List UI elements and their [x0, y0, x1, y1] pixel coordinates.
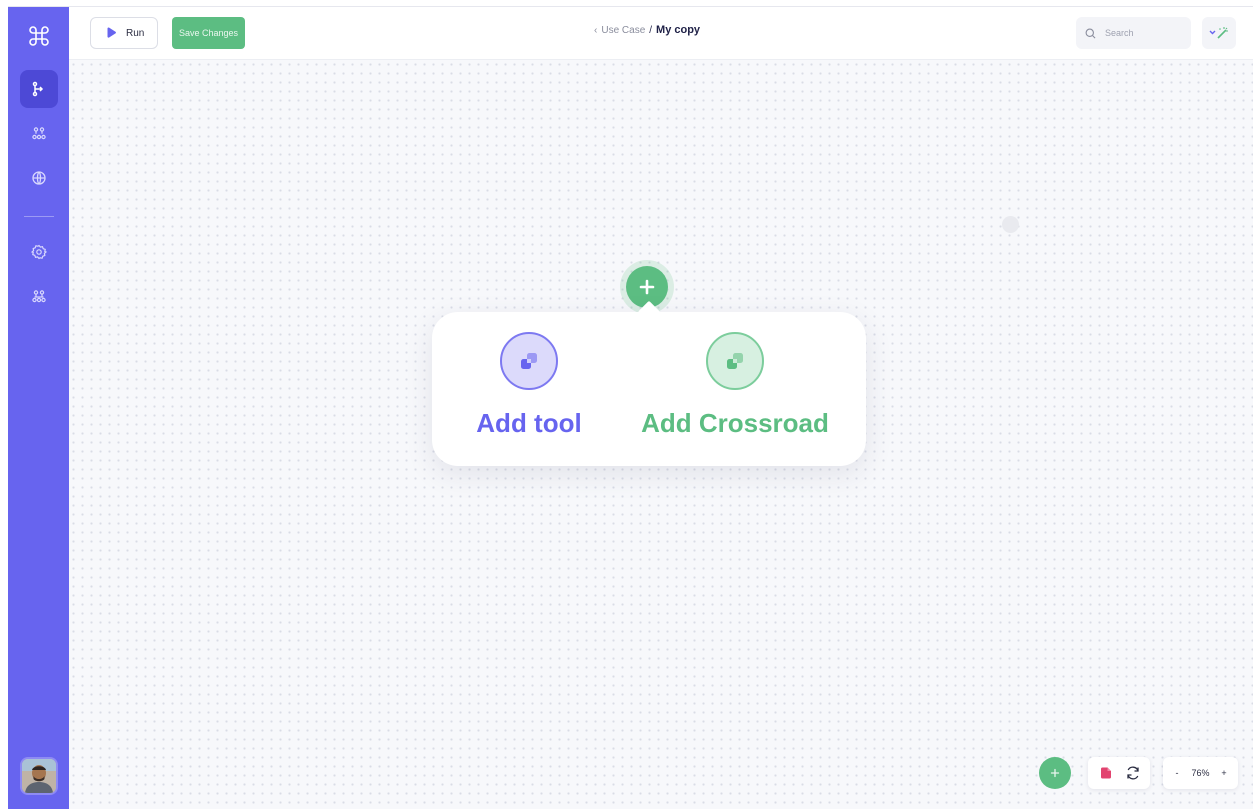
run-label: Run: [126, 27, 145, 39]
add-tool-option[interactable]: Add tool: [470, 332, 588, 439]
crossroad-icon: [727, 353, 743, 369]
note-button[interactable]: [1095, 762, 1117, 784]
play-icon: [107, 27, 116, 38]
add-crossroad-label: Add Crossroad: [641, 408, 829, 438]
sidebar-item-settings[interactable]: [20, 233, 58, 271]
user-photo: [22, 759, 56, 793]
sidebar-item-team[interactable]: [20, 278, 58, 316]
refresh-button[interactable]: [1122, 762, 1144, 784]
hierarchy-icon: [32, 127, 46, 140]
plus-icon: [639, 279, 655, 295]
flow-canvas[interactable]: Add tool Add Crossroad: [69, 60, 1253, 809]
app-window: Run Save Changes ‹ Use Case / My copy Se…: [8, 6, 1253, 809]
top-bar: Run Save Changes ‹ Use Case / My copy: [69, 7, 1253, 60]
sidebar-item-globe[interactable]: [20, 159, 58, 197]
breadcrumb: ‹ Use Case / My copy: [594, 24, 700, 36]
run-button[interactable]: Run: [90, 17, 158, 49]
save-changes-button[interactable]: Save Changes: [172, 17, 245, 49]
breadcrumb-parent[interactable]: Use Case: [601, 25, 645, 36]
add-tool-label: Add tool: [476, 408, 582, 438]
search-icon: [1085, 28, 1096, 38]
sidebar-item-hierarchy[interactable]: [20, 115, 58, 153]
refresh-icon: [1126, 766, 1139, 780]
zoom-control: - 76% +: [1163, 757, 1238, 789]
note-icon: [1100, 767, 1111, 779]
magic-wand-button[interactable]: [1202, 17, 1236, 49]
zoom-in-button[interactable]: +: [1218, 768, 1230, 778]
search-input[interactable]: [1103, 27, 1187, 39]
globe-icon: [32, 171, 46, 185]
sidebar-item-flow[interactable]: [20, 70, 58, 108]
canvas-actions: [1088, 757, 1150, 789]
gear-icon: [31, 244, 47, 260]
flow-icon: [32, 81, 44, 97]
team-icon: [32, 290, 46, 303]
breadcrumb-current: My copy: [656, 24, 701, 36]
avatar[interactable]: [20, 757, 58, 795]
plus-icon: [1050, 768, 1060, 778]
zoom-level: 76%: [1191, 768, 1210, 778]
magic-wand-icon: [1209, 27, 1228, 39]
sidebar: [8, 7, 69, 809]
add-node-popup: Add tool Add Crossroad: [432, 312, 866, 466]
add-floating-button[interactable]: [1039, 757, 1071, 789]
zoom-out-button[interactable]: -: [1171, 768, 1183, 778]
back-chevron-icon[interactable]: ‹: [594, 25, 597, 36]
canvas-node-dot: [1002, 216, 1019, 233]
app-logo-icon[interactable]: [20, 17, 58, 55]
search-box[interactable]: [1076, 17, 1191, 49]
tool-icon: [521, 353, 537, 369]
add-crossroad-option[interactable]: Add Crossroad: [635, 332, 835, 439]
sidebar-divider: [24, 216, 54, 217]
breadcrumb-separator: /: [649, 24, 653, 36]
